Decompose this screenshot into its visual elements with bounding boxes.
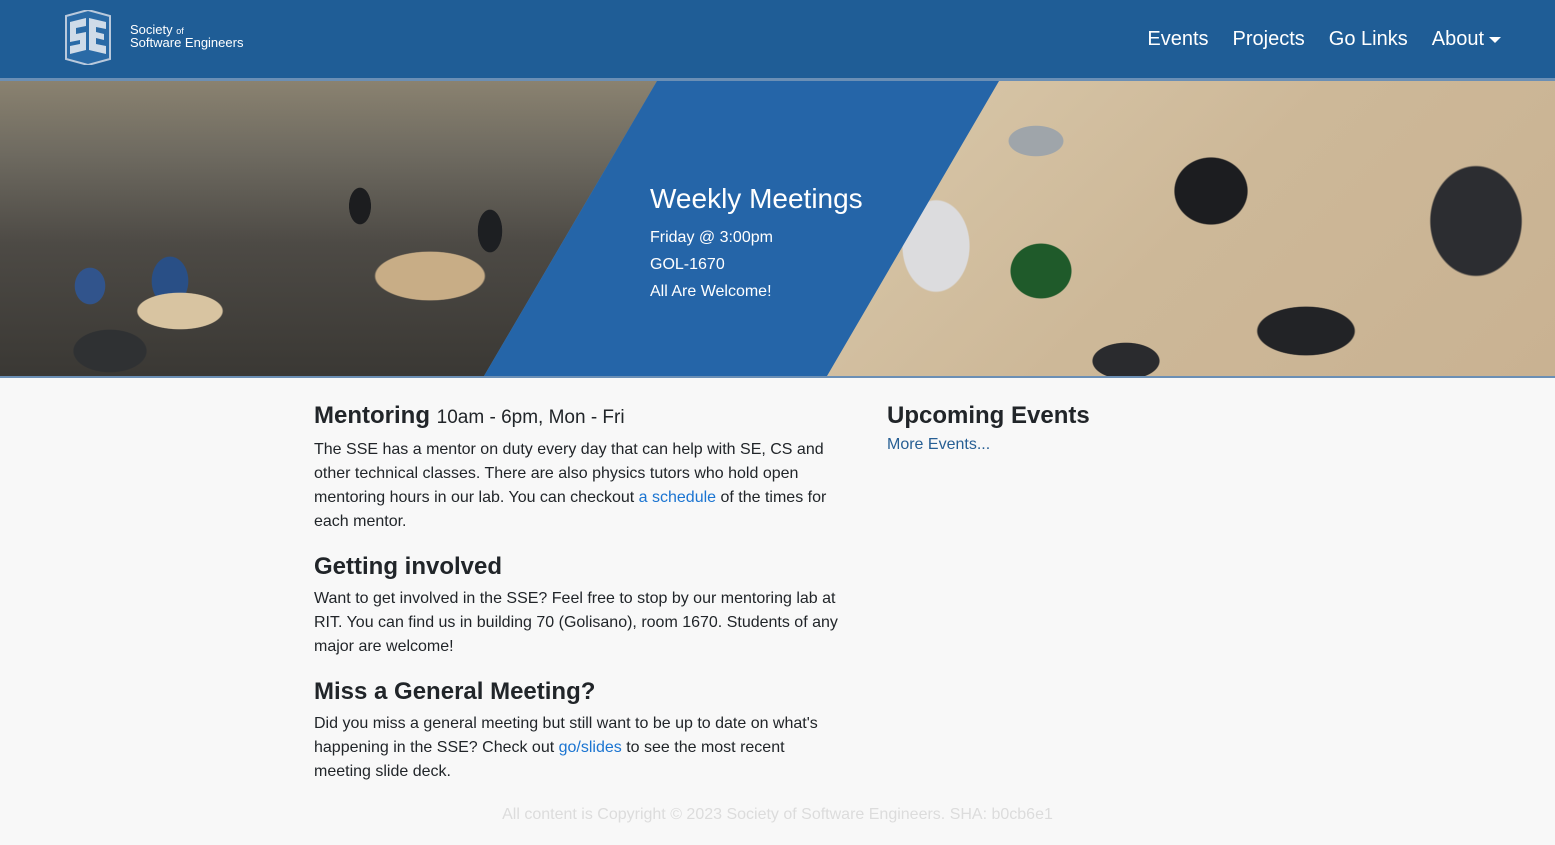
nav-about-dropdown[interactable]: About [1432, 28, 1501, 51]
events-sidebar: Upcoming Events More Events... [887, 400, 1247, 454]
caret-down-icon [1489, 37, 1501, 43]
main-content: Mentoring 10am - 6pm, Mon - Fri The SSE … [314, 400, 844, 801]
mentoring-text: The SSE has a mentor on duty every day t… [314, 438, 844, 534]
mentoring-heading: Mentoring 10am - 6pm, Mon - Fri [314, 400, 844, 434]
brand-line-2: Software Engineers [130, 35, 244, 50]
getting-involved-heading: Getting involved [314, 553, 503, 580]
footer-copyright: All content is Copyright © 2023 Society … [502, 806, 1053, 823]
navbar: Society of Software Engineers Events Pro… [0, 0, 1555, 78]
nav-events[interactable]: Events [1147, 28, 1208, 51]
nav-about-label: About [1431, 27, 1484, 50]
brand-link[interactable]: Society of Software Engineers [58, 10, 243, 65]
nav-projects[interactable]: Projects [1233, 28, 1305, 51]
mentoring-hours: 10am - 6pm, Mon - Fri [436, 407, 625, 428]
getting-involved-text: Want to get involved in the SSE? Feel fr… [314, 590, 838, 655]
nav-golinks[interactable]: Go Links [1329, 28, 1408, 51]
hero-title: Weekly Meetings [650, 183, 863, 214]
more-events-link[interactable]: More Events... [887, 436, 990, 453]
general-meeting-text: Did you miss a general meeting but still… [314, 712, 844, 784]
hero-meeting-info: Weekly Meetings Friday @ 3:00pm GOL-1670… [650, 182, 863, 305]
schedule-link[interactable]: a schedule [639, 489, 716, 506]
mentoring-title: Mentoring [314, 402, 430, 429]
hero-room: GOL-1670 [650, 256, 725, 273]
upcoming-events-heading: Upcoming Events [887, 402, 1090, 429]
hero-banner: Weekly Meetings Friday @ 3:00pm GOL-1670… [0, 78, 1555, 378]
slides-link[interactable]: go/slides [559, 739, 622, 756]
hero-welcome: All Are Welcome! [650, 283, 772, 300]
hero-time: Friday @ 3:00pm [650, 229, 773, 246]
nav-links: Events Projects Go Links About [1123, 0, 1501, 78]
sse-logo-icon [65, 10, 111, 65]
general-meeting-heading: Miss a General Meeting? [314, 678, 596, 705]
brand-name: Society of Software Engineers [130, 23, 244, 50]
